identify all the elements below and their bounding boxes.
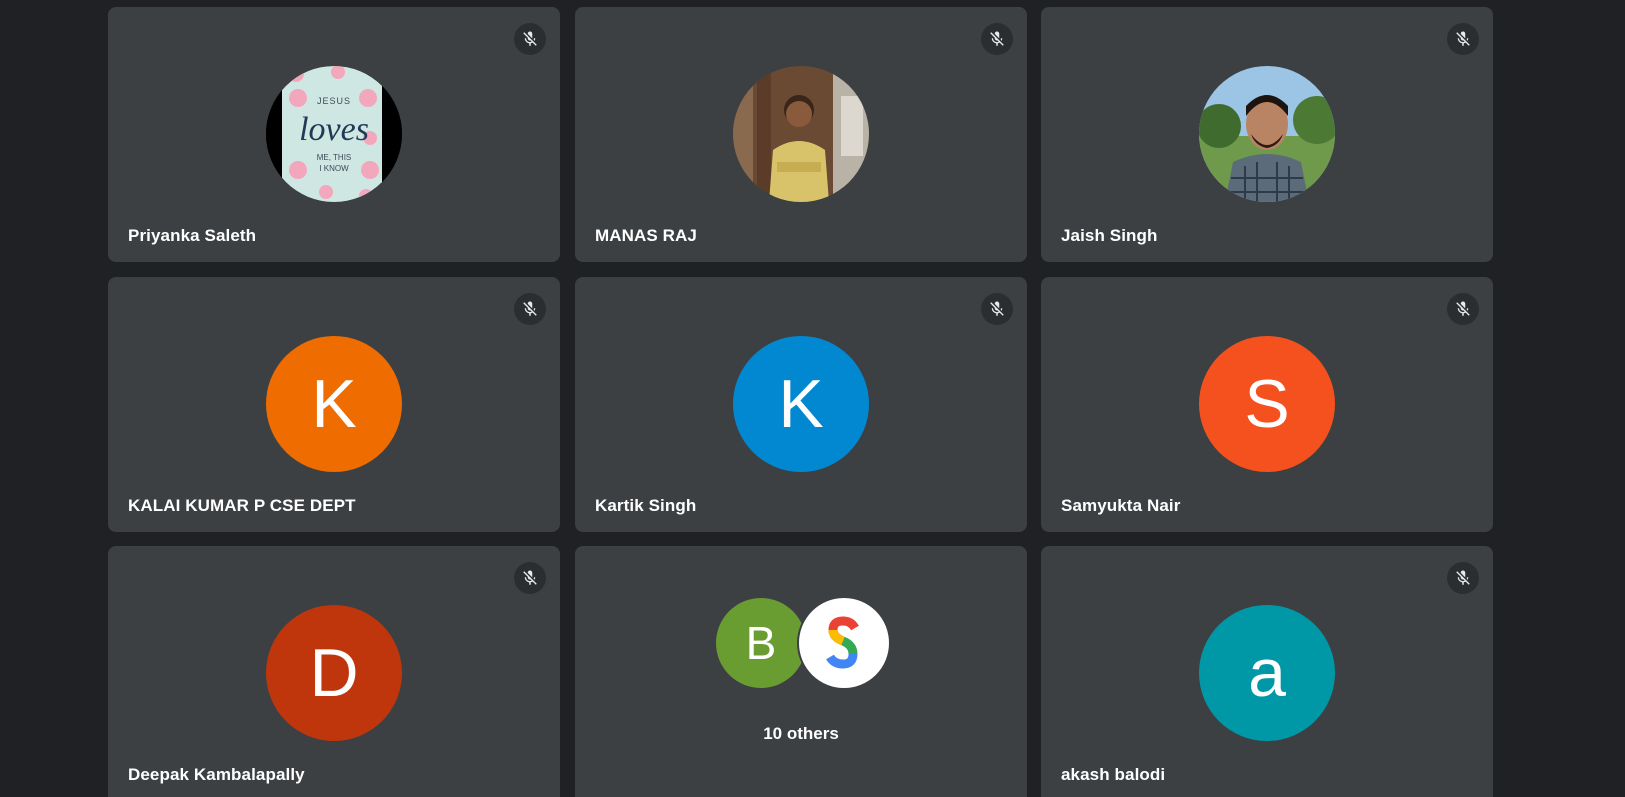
participant-tile[interactable]: S Samyukta Nair <box>1041 277 1493 532</box>
others-avatar-stack: B <box>716 596 891 690</box>
avatar: JESUS loves ME, THIS I KNOW <box>266 66 402 202</box>
others-tile[interactable]: B 10 others <box>575 546 1027 797</box>
avatar: B <box>716 598 806 688</box>
avatar: S <box>1199 336 1335 472</box>
participant-tile[interactable]: JESUS loves ME, THIS I KNOW Priyanka Sal… <box>108 7 560 262</box>
others-count-label: 10 others <box>763 724 839 743</box>
book-cover-image: JESUS loves ME, THIS I KNOW <box>266 66 402 202</box>
participant-tile[interactable]: Jaish Singh <box>1041 7 1493 262</box>
participant-name: akash balodi <box>1061 765 1166 784</box>
mic-off-icon <box>514 293 546 325</box>
svg-text:loves: loves <box>299 111 369 148</box>
participant-name: Samyukta Nair <box>1061 496 1181 515</box>
participant-name: Deepak Kambalapally <box>128 765 305 784</box>
mic-off-icon <box>1447 562 1479 594</box>
participant-name: Kartik Singh <box>595 496 697 515</box>
avatar: a <box>1199 605 1335 741</box>
svg-text:ME, THIS: ME, THIS <box>317 153 352 162</box>
mic-off-icon <box>981 23 1013 55</box>
participant-name: MANAS RAJ <box>595 226 697 245</box>
avatar <box>1199 66 1335 202</box>
mic-off-icon <box>1447 293 1479 325</box>
participant-tile[interactable]: MANAS RAJ <box>575 7 1027 262</box>
avatar: K <box>733 336 869 472</box>
svg-text:JESUS: JESUS <box>317 96 351 106</box>
participant-tile[interactable]: K Kartik Singh <box>575 277 1027 532</box>
mic-off-icon <box>981 293 1013 325</box>
meeting-grid: JESUS loves ME, THIS I KNOW Priyanka Sal… <box>0 0 1625 797</box>
participant-name: KALAI KUMAR P CSE DEPT <box>128 496 356 515</box>
participant-tile[interactable]: K KALAI KUMAR P CSE DEPT <box>108 277 560 532</box>
person-photo <box>1199 66 1335 202</box>
mic-off-icon <box>514 23 546 55</box>
participant-name: Priyanka Saleth <box>128 226 257 245</box>
google-s-logo-icon <box>797 596 891 690</box>
avatar <box>733 66 869 202</box>
participant-tile[interactable]: a akash balodi <box>1041 546 1493 797</box>
mic-off-icon <box>1447 23 1479 55</box>
avatar: D <box>266 605 402 741</box>
participant-name: Jaish Singh <box>1061 226 1158 245</box>
participant-tile[interactable]: D Deepak Kambalapally <box>108 546 560 797</box>
mic-off-icon <box>514 562 546 594</box>
person-photo <box>733 66 869 202</box>
avatar: K <box>266 336 402 472</box>
svg-text:I KNOW: I KNOW <box>319 164 349 173</box>
